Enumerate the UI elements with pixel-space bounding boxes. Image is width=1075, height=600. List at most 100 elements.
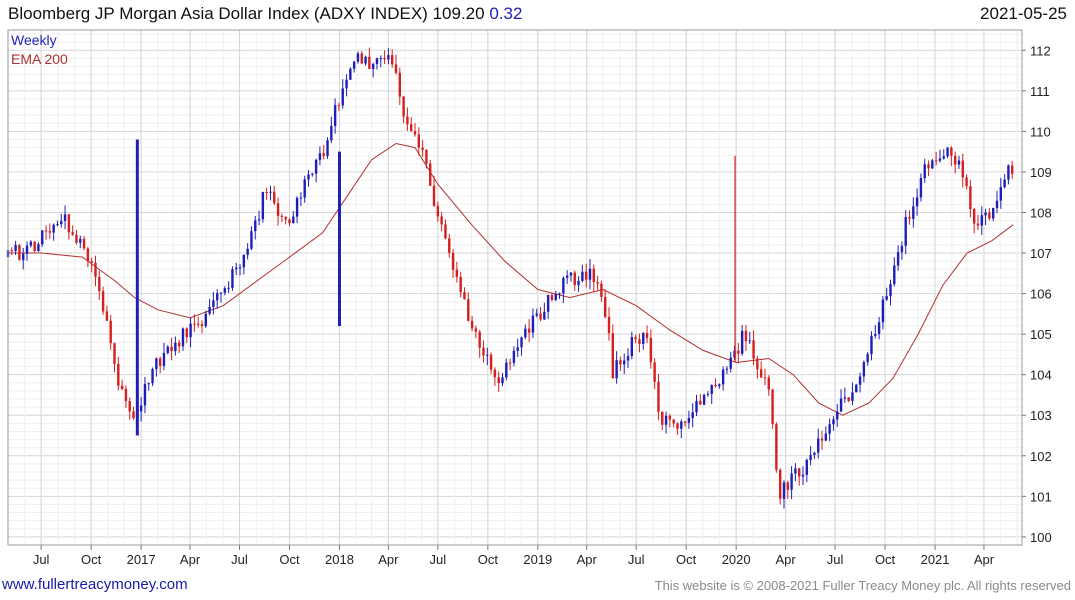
candle-body xyxy=(862,362,866,377)
candle-body xyxy=(250,231,253,249)
candle-body xyxy=(223,288,227,293)
weekly-candle xyxy=(349,67,352,80)
candle-body xyxy=(273,191,276,204)
x-tick-label: Jul xyxy=(430,552,447,567)
candle-body xyxy=(227,287,230,289)
candle-body xyxy=(596,282,599,284)
x-tick-label: Oct xyxy=(81,552,102,567)
candle-body xyxy=(383,57,386,60)
candle-body xyxy=(847,397,850,402)
x-tick-label: 2017 xyxy=(127,552,156,567)
candle-body xyxy=(729,357,732,369)
candle-body xyxy=(889,284,892,297)
y-tick-label: 104 xyxy=(1030,368,1052,383)
candle-body xyxy=(904,217,907,246)
y-axis: 100 101 102 103 104 105 106 107 108 109 110 111 112 xyxy=(1022,43,1052,545)
candle-body xyxy=(649,337,653,363)
candle-body xyxy=(231,269,234,288)
candle-body xyxy=(318,153,322,160)
candle-body xyxy=(463,292,466,300)
candle-body xyxy=(953,155,957,165)
candle-body xyxy=(86,248,90,262)
candle-body xyxy=(56,224,59,226)
candle-body xyxy=(128,401,131,412)
y-tick-label: 103 xyxy=(1030,408,1052,423)
x-tick-label: Oct xyxy=(478,552,499,567)
candle-body xyxy=(695,400,698,413)
candle-body xyxy=(611,333,615,379)
candle-body xyxy=(216,293,219,301)
candle-body xyxy=(607,316,611,334)
candle-body xyxy=(550,295,554,300)
candle-body xyxy=(527,328,531,333)
candle-body xyxy=(105,311,109,321)
candle-body xyxy=(870,335,873,355)
candle-body xyxy=(162,352,166,366)
candle-body xyxy=(265,191,268,193)
x-tick-label: Oct xyxy=(676,552,697,567)
candle-body xyxy=(790,473,793,490)
candle-body xyxy=(288,219,291,224)
weekly-candle xyxy=(429,159,432,186)
candle-body xyxy=(413,131,417,135)
candle-body xyxy=(680,421,683,429)
candle-body xyxy=(912,206,915,219)
website-link[interactable]: www.fullertreacymoney.com xyxy=(2,576,188,593)
candle-body xyxy=(866,354,869,363)
y-tick-label: 105 xyxy=(1030,327,1052,342)
y-tick-label: 108 xyxy=(1030,205,1052,220)
candle-body xyxy=(29,241,33,246)
weekly-candle xyxy=(702,393,706,406)
candle-body xyxy=(79,238,82,243)
x-tick-label: Apr xyxy=(378,552,399,567)
candle-body xyxy=(645,332,649,338)
candle-body xyxy=(619,360,622,365)
candle-body xyxy=(155,358,158,370)
weekly-candle xyxy=(231,266,234,291)
candle-body xyxy=(851,392,854,402)
candle-body xyxy=(98,276,101,292)
candle-body xyxy=(120,385,124,390)
candle-body xyxy=(22,253,25,261)
x-tick-label: Apr xyxy=(776,552,797,567)
candle-body xyxy=(349,68,352,80)
candle-body xyxy=(531,315,535,333)
candle-body xyxy=(626,356,630,361)
candle-body xyxy=(189,323,192,338)
candle-body xyxy=(254,220,257,232)
candle-body xyxy=(919,178,923,198)
candle-body xyxy=(668,415,672,420)
candle-body xyxy=(185,328,188,338)
x-tick-label: Oct xyxy=(279,552,300,567)
candle-body xyxy=(969,186,972,210)
candle-body xyxy=(432,185,436,206)
candle-body xyxy=(379,57,382,59)
candle-body xyxy=(923,164,926,179)
candle-body xyxy=(330,125,333,141)
copyright-notice: This website is © 2008-2021 Fuller Treac… xyxy=(654,578,1071,593)
candle-body xyxy=(174,342,177,352)
candle-body xyxy=(204,313,208,327)
candle-body xyxy=(634,337,637,340)
candle-body xyxy=(1011,165,1014,174)
candle-body xyxy=(276,203,280,216)
candle-body xyxy=(957,160,961,165)
candle-body xyxy=(839,398,843,412)
candle-body xyxy=(352,61,356,69)
candle-body xyxy=(874,334,877,336)
candle-body xyxy=(311,173,314,175)
candle-body xyxy=(314,159,318,174)
x-tick-label: Jul xyxy=(827,552,844,567)
candle-body xyxy=(394,64,398,73)
candle-body xyxy=(896,252,900,266)
candle-body xyxy=(90,261,93,263)
candle-body xyxy=(946,147,949,157)
candle-body xyxy=(208,307,211,314)
candle-body xyxy=(10,250,14,252)
candle-body xyxy=(398,72,401,97)
candle-body xyxy=(588,268,592,280)
candle-body xyxy=(82,238,86,249)
y-tick-label: 111 xyxy=(1030,84,1050,99)
candle-body xyxy=(767,377,770,390)
candle-body xyxy=(337,105,341,107)
